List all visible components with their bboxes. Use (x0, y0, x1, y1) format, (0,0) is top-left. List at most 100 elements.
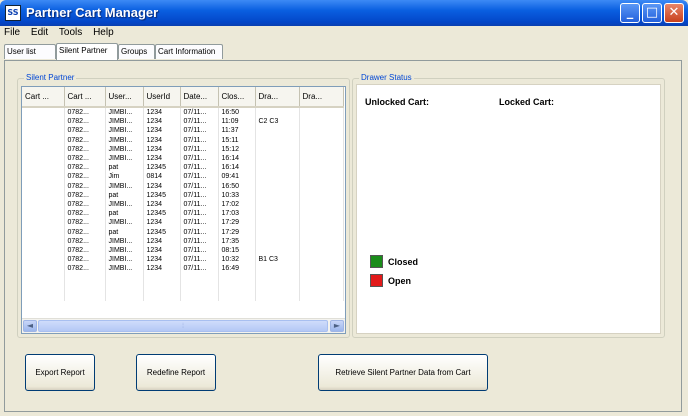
table-cell: 15:11 (218, 135, 256, 145)
column-header[interactable]: Cart ... (64, 87, 106, 108)
table-cell (255, 218, 300, 228)
table-cell (299, 107, 344, 118)
scroll-left-icon[interactable]: ◄ (23, 320, 37, 332)
table-cell (22, 172, 65, 182)
table-header-row: Cart ... Cart ... User... UserId Date...… (22, 87, 344, 108)
table-cell (22, 255, 65, 265)
table-cell: 0782... (64, 190, 106, 200)
table-row[interactable]: 0782... JIMBI... 1234 07/11... 16:50 (22, 181, 344, 191)
table-cell (22, 190, 65, 200)
window-title: Partner Cart Manager (26, 5, 159, 20)
table-row[interactable]: 0782... JIMBI... 1234 07/11... 17:35 (22, 236, 344, 246)
table-cell: 11:09 (218, 117, 256, 127)
menu-tools[interactable]: Tools (55, 26, 86, 38)
table-cell: 17:35 (218, 236, 256, 246)
silent-partner-grid[interactable]: Cart ... Cart ... User... UserId Date...… (21, 86, 346, 334)
title-bar[interactable]: SS Partner Cart Manager _ □ ✕ (0, 0, 688, 26)
table-cell (299, 255, 344, 265)
table-cell (255, 153, 300, 164)
table-row-empty (22, 282, 344, 292)
menu-edit[interactable]: Edit (27, 26, 52, 38)
table-cell: 07/11... (180, 135, 219, 145)
table-cell: JIMBI... (105, 107, 144, 118)
scroll-thumb[interactable]: ⦙ (38, 320, 328, 332)
retrieve-silent-partner-data-button[interactable]: Retrieve Silent Partner Data from Cart (318, 354, 488, 391)
tab-cart-information[interactable]: Cart Information (155, 44, 223, 59)
scroll-right-icon[interactable]: ► (330, 320, 344, 332)
table-cell (22, 245, 65, 255)
table-cell (255, 227, 300, 237)
table-cell (255, 245, 300, 255)
table-cell: 1234 (143, 245, 181, 255)
table-cell (255, 172, 300, 182)
table-row[interactable]: 0782... JIMBI... 1234 07/11... 17:02 (22, 199, 344, 210)
app-icon: SS (5, 5, 21, 21)
table-row[interactable]: 0782... JIMBI... 1234 07/11... 17:29 (22, 218, 344, 228)
table-cell (255, 126, 300, 136)
table-cell: 0782... (64, 153, 106, 164)
table-cell (22, 199, 65, 210)
table-row[interactable]: 0782... JIMBI... 1234 07/11... 08:15 (22, 245, 344, 255)
table-cell: 07/11... (180, 144, 219, 154)
close-button[interactable]: ✕ (664, 3, 684, 23)
table-cell: JIMBI... (105, 181, 144, 191)
table-cell: JIMBI... (105, 144, 144, 154)
menu-file[interactable]: File (0, 26, 24, 38)
table-row[interactable]: 0782... JIMBI... 1234 07/11... 10:32 B1 C3 (22, 255, 344, 265)
table-cell (255, 163, 300, 173)
table-cell: 17:29 (218, 227, 256, 237)
table-cell: 07/11... (180, 236, 219, 246)
menu-bar: File Edit Tools Help (0, 26, 688, 42)
column-header[interactable]: Dra... (299, 87, 344, 108)
minimize-button[interactable]: _ (620, 3, 640, 23)
table-cell (299, 218, 344, 228)
table-cell: 1234 (143, 181, 181, 191)
table-cell: 12345 (143, 227, 181, 237)
table-row[interactable]: 0782... JIMBI... 1234 07/11... 16:50 (22, 107, 344, 118)
table-row[interactable]: 0782... Jim 0814 07/11... 09:41 (22, 172, 344, 182)
table-row[interactable]: 0782... pat 12345 07/11... 17:03 (22, 209, 344, 219)
horizontal-scrollbar[interactable]: ◄ ⦙ ► (22, 318, 345, 333)
redefine-report-button[interactable]: Redefine Report (136, 354, 216, 391)
tab-user-list[interactable]: User list (4, 44, 56, 59)
table-cell: 17:29 (218, 218, 256, 228)
table-cell: 07/11... (180, 209, 219, 219)
column-header[interactable]: Date... (180, 87, 219, 108)
table-row[interactable]: 0782... JIMBI... 1234 07/11... 11:09 C2 C3 (22, 117, 344, 127)
table-row[interactable]: 0782... pat 12345 07/11... 10:33 (22, 190, 344, 200)
table-cell (299, 181, 344, 191)
table-cell (299, 264, 344, 274)
export-report-button[interactable]: Export Report (25, 354, 95, 391)
table-cell: 1234 (143, 107, 181, 118)
table-cell (255, 236, 300, 246)
maximize-button[interactable]: □ (642, 3, 662, 23)
column-header[interactable]: Dra... (255, 87, 300, 108)
table-cell: Jim (105, 172, 144, 182)
data-table: Cart ... Cart ... User... UserId Date...… (22, 87, 344, 301)
table-cell (299, 190, 344, 200)
table-row[interactable]: 0782... JIMBI... 1234 07/11... 16:14 (22, 153, 344, 164)
column-header[interactable]: UserId (143, 87, 181, 108)
table-cell (255, 135, 300, 145)
column-header[interactable]: Cart ... (22, 87, 65, 108)
table-row[interactable]: 0782... pat 12345 07/11... 16:14 (22, 163, 344, 173)
column-header[interactable]: User... (105, 87, 144, 108)
table-row[interactable]: 0782... JIMBI... 1234 07/11... 15:12 (22, 144, 344, 154)
menu-help[interactable]: Help (89, 26, 118, 38)
closed-legend-label: Closed (388, 257, 419, 267)
table-row[interactable]: 0782... JIMBI... 1234 07/11... 15:11 (22, 135, 344, 145)
table-cell: 16:14 (218, 153, 256, 164)
table-cell: 07/11... (180, 107, 219, 118)
table-cell: 0782... (64, 107, 106, 118)
table-row[interactable]: 0782... JIMBI... 1234 07/11... 11:37 (22, 126, 344, 136)
tab-silent-partner[interactable]: Silent Partner (56, 43, 118, 60)
table-row[interactable]: 0782... JIMBI... 1234 07/11... 16:49 (22, 264, 344, 274)
table-cell: 07/11... (180, 255, 219, 265)
table-row[interactable]: 0782... pat 12345 07/11... 17:29 (22, 227, 344, 237)
table-cell (299, 117, 344, 127)
tab-groups[interactable]: Groups (118, 44, 155, 59)
table-cell: 07/11... (180, 264, 219, 274)
table-cell: 1234 (143, 135, 181, 145)
table-cell: 0782... (64, 264, 106, 274)
column-header[interactable]: Clos... (218, 87, 256, 108)
